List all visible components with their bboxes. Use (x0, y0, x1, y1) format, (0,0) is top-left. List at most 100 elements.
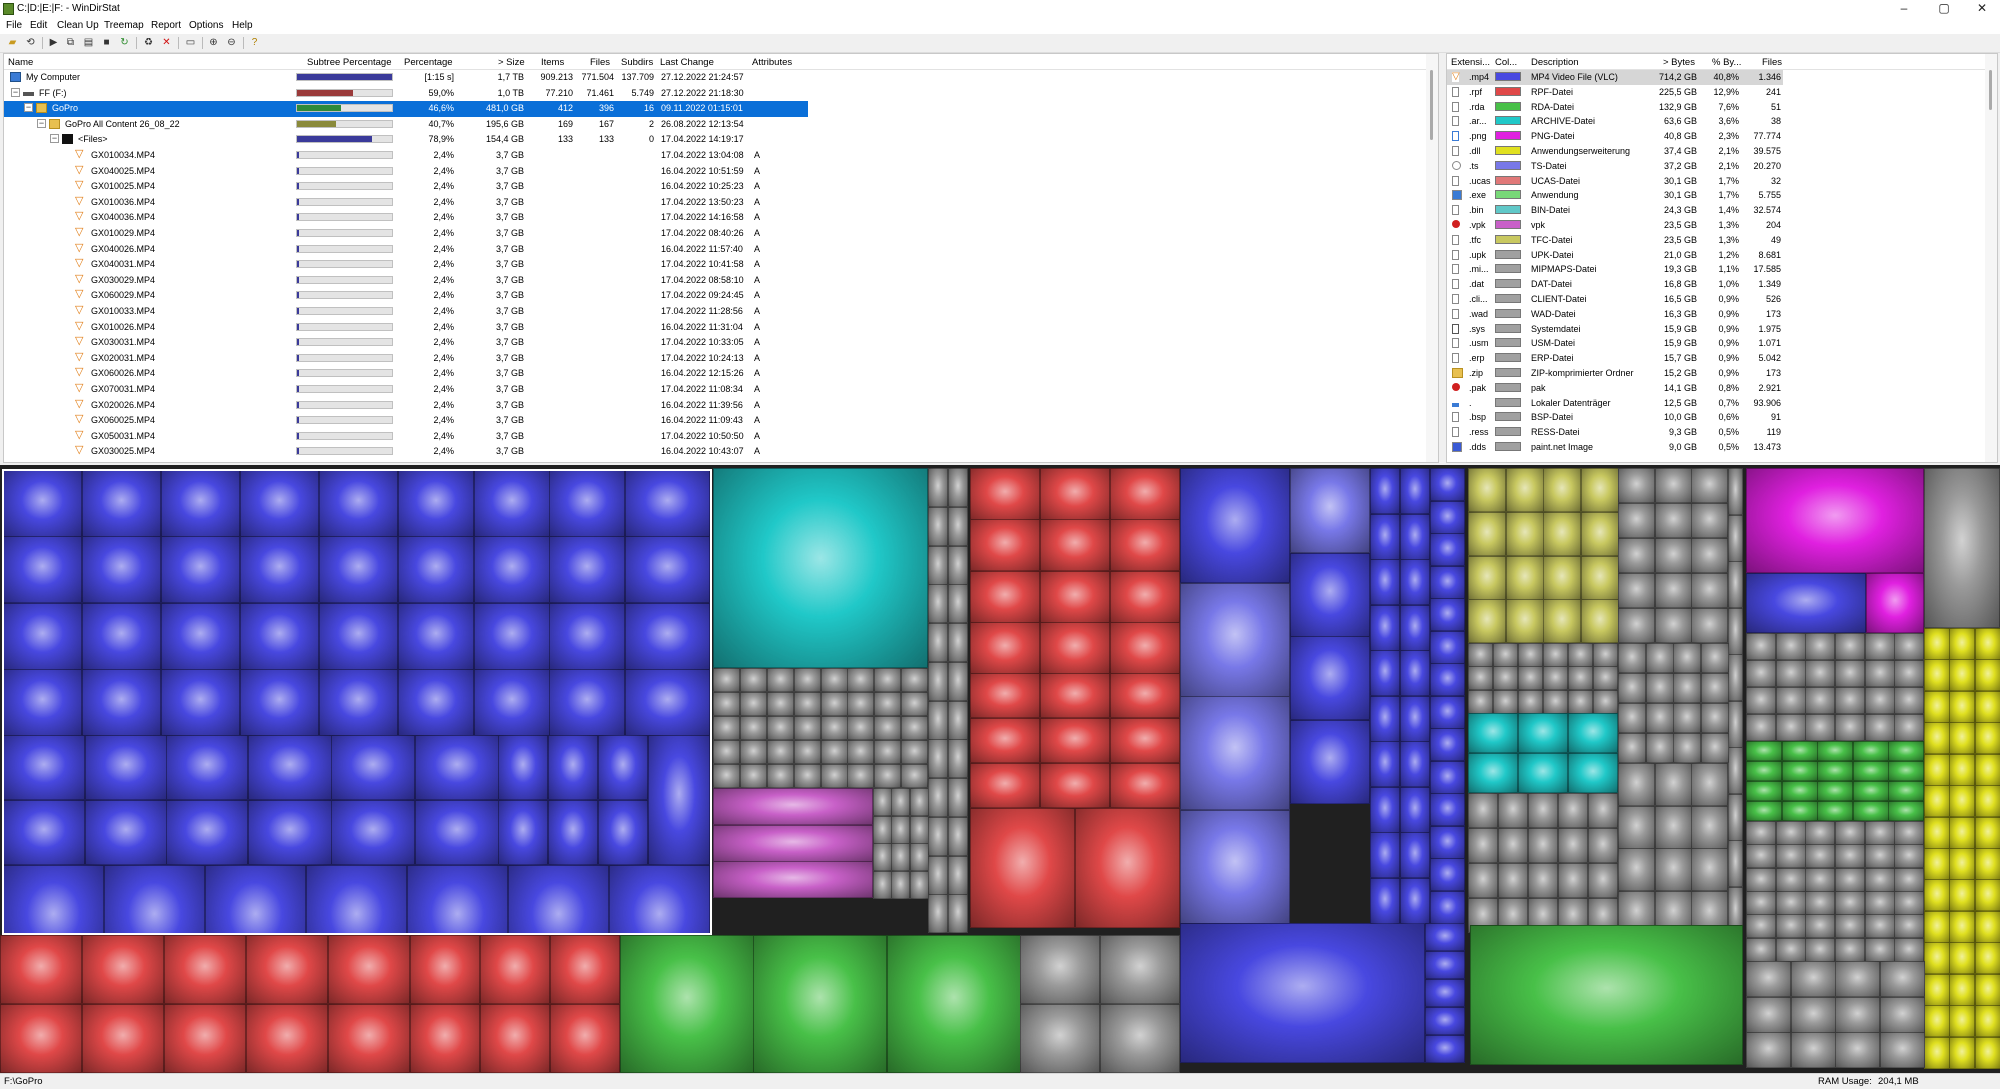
explorer-icon[interactable]: ▤ (82, 36, 95, 49)
treemap-block-other[interactable] (794, 716, 821, 740)
treemap-block-other[interactable] (847, 740, 874, 764)
treemap-block-other[interactable] (794, 692, 821, 716)
treemap-block-other[interactable] (821, 716, 848, 740)
treemap-block-other[interactable] (1894, 938, 1924, 962)
treemap-block-other[interactable] (1646, 643, 1674, 673)
treemap-block-other[interactable] (821, 692, 848, 716)
menu-report[interactable]: Report (151, 20, 181, 31)
treemap-block-ts[interactable] (1180, 696, 1290, 810)
treemap-block-rda[interactable] (887, 935, 1021, 1073)
treemap-block-other[interactable] (1618, 608, 1655, 643)
treemap-block-mp4[interactable] (1425, 923, 1465, 951)
treemap-block-dll[interactable] (1975, 659, 2000, 691)
treemap-block-ts[interactable] (1180, 583, 1290, 697)
treemap-block-rpf[interactable] (410, 935, 480, 1004)
treemap-block-other[interactable] (1655, 573, 1692, 608)
treemap-block-dll[interactable] (1975, 691, 2000, 723)
extension-row[interactable]: . Lokaler Datenträger 12,5 GB 0,7% 93.906 (1447, 396, 1997, 411)
extension-row[interactable]: .dll Anwendungserweiterung 37,4 GB 2,1% 39.5… (1447, 144, 1997, 159)
header-files[interactable]: Files (590, 57, 610, 68)
treemap-block-other[interactable] (1791, 961, 1836, 997)
extension-row[interactable]: .rpf RPF-Datei 225,5 GB 12,9% 241 (1447, 85, 1997, 100)
treemap-block-other[interactable] (928, 507, 948, 546)
treemap-block-other[interactable] (1776, 914, 1806, 938)
treemap-block-rda[interactable] (1888, 801, 1924, 821)
treemap-block-other[interactable] (1701, 673, 1729, 703)
extension-row[interactable]: .dat DAT-Datei 16,8 GB 1,0% 1.349 (1447, 277, 1997, 292)
treemap-block-other[interactable] (1593, 690, 1618, 714)
treemap-block-rpf[interactable] (82, 1004, 164, 1073)
treemap-block-other[interactable] (1805, 938, 1835, 962)
treemap-block-rpf[interactable] (550, 1004, 620, 1073)
treemap-block-dll[interactable] (1949, 754, 1975, 786)
treemap-block-rda[interactable] (1782, 781, 1818, 801)
treemap-block-mp4[interactable] (1370, 787, 1400, 833)
treemap-block-other[interactable] (1865, 938, 1895, 962)
treemap-block-archive[interactable] (1518, 713, 1568, 753)
treemap-block-rpf[interactable] (82, 935, 164, 1004)
treemap-block-other[interactable] (767, 716, 794, 740)
treemap-block-archive[interactable] (1468, 753, 1518, 793)
treemap-block-rpf[interactable] (1110, 673, 1180, 718)
treemap-block-other[interactable] (1468, 863, 1498, 898)
treemap-block-mp4[interactable] (1430, 858, 1465, 891)
header-subtree-percentage[interactable]: Subtree Percentage (307, 57, 392, 68)
treemap-block-other[interactable] (1776, 687, 1806, 714)
treemap-block-dll[interactable] (1949, 942, 1975, 974)
treemap-block-other[interactable] (1835, 891, 1865, 915)
treemap-block-rpf[interactable] (410, 1004, 480, 1073)
treemap-block-other[interactable] (1528, 793, 1558, 828)
treemap-block-other[interactable] (1746, 997, 1791, 1033)
treemap-block-other[interactable] (1805, 660, 1835, 687)
treemap-block-mp4[interactable] (1400, 605, 1430, 651)
treemap-block-other[interactable] (1746, 1032, 1791, 1068)
extension-row[interactable]: .bsp BSP-Datei 10,0 GB 0,6% 91 (1447, 410, 1997, 425)
collapse-toggle[interactable]: − (50, 134, 59, 144)
treemap-block-rpf[interactable] (970, 673, 1040, 718)
treemap-block-tfc[interactable] (1506, 556, 1544, 600)
treemap-block-dll[interactable] (1949, 1005, 1975, 1037)
treemap-block-other[interactable] (794, 740, 821, 764)
treemap-block-other[interactable] (1894, 687, 1924, 714)
treemap-block-png[interactable] (1746, 468, 1924, 573)
treemap-block-mp4[interactable] (1400, 878, 1430, 924)
close-button[interactable]: ✕ (1962, 0, 2000, 18)
extension-row[interactable]: .ress RESS-Datei 9,3 GB 0,5% 119 (1447, 425, 1997, 440)
treemap-block-rda[interactable] (1746, 761, 1782, 781)
treemap-block-other[interactable] (1791, 997, 1836, 1033)
treemap-block-other[interactable] (821, 740, 848, 764)
treemap-block-other[interactable] (928, 546, 948, 585)
tree-row[interactable]: ▽ GX020026.MP4 2,4% 3,7 GB 16.04.2022 11:39:… (4, 398, 1438, 414)
treemap-block-dll[interactable] (1949, 628, 1975, 660)
treemap-block-rpf[interactable] (1110, 468, 1180, 520)
treemap-block-mp4[interactable] (1400, 787, 1430, 833)
treemap-block-tfc[interactable] (1543, 468, 1581, 512)
treemap-block-mp4[interactable] (1430, 566, 1465, 599)
treemap-block-rda[interactable] (1782, 741, 1818, 761)
treemap-block-other[interactable] (1728, 608, 1743, 655)
treemap-block-other[interactable] (1646, 703, 1674, 733)
treemap-block-other[interactable] (910, 843, 929, 871)
header-files[interactable]: Files (1762, 57, 1782, 68)
tree-row[interactable]: ▽ GX010025.MP4 2,4% 3,7 GB 16.04.2022 10:25:… (4, 179, 1438, 195)
treemap-block-mp4[interactable] (1290, 720, 1370, 804)
scroll-thumb[interactable] (1989, 70, 1992, 110)
treemap-block-other[interactable] (1518, 643, 1543, 667)
treemap-block-other[interactable] (901, 764, 928, 788)
treemap-block-archive[interactable] (1568, 753, 1618, 793)
treemap-block-rda[interactable] (1853, 761, 1889, 781)
treemap-block-mp4[interactable] (1180, 923, 1425, 1063)
tree-row[interactable]: ▽ GX010036.MP4 2,4% 3,7 GB 17.04.2022 13:50:… (4, 195, 1438, 211)
treemap-block-other[interactable] (928, 739, 948, 778)
treemap-block-other[interactable] (928, 701, 948, 740)
extension-row[interactable]: .rda RDA-Datei 132,9 GB 7,6% 51 (1447, 100, 1997, 115)
treemap-block-other[interactable] (1588, 828, 1618, 863)
treemap-block-other[interactable] (1746, 961, 1791, 997)
treemap-block-other[interactable] (928, 623, 948, 662)
treemap-block-other[interactable] (1776, 938, 1806, 962)
tree-row[interactable]: ▽ GX010029.MP4 2,4% 3,7 GB 17.04.2022 08:40:… (4, 226, 1438, 242)
treemap-block-other[interactable] (1558, 828, 1588, 863)
treemap-block-other[interactable] (1865, 914, 1895, 938)
treemap-block-other[interactable] (740, 764, 767, 788)
treemap-block-mp4[interactable] (1400, 650, 1430, 696)
